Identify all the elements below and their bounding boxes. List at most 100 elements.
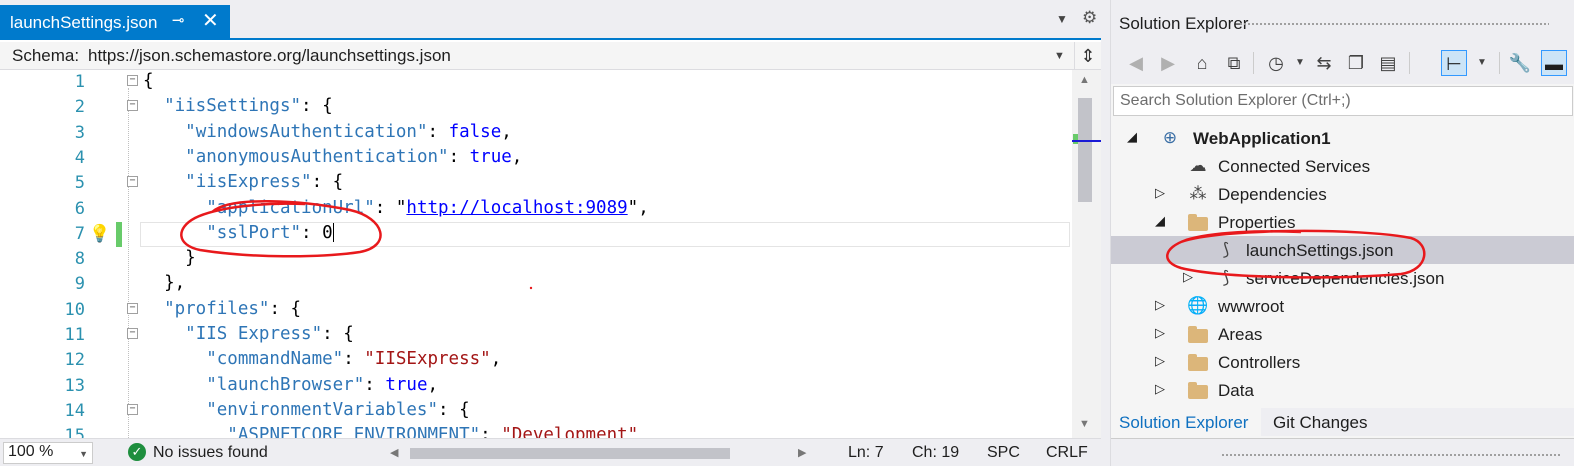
search-input[interactable]	[1120, 90, 1560, 112]
code-line: 12 "commandName": "IISExpress",	[0, 348, 1072, 374]
scroll-left-icon[interactable]: ◀	[390, 446, 398, 459]
tree-node-project[interactable]: ◢ ⊕ WebApplication1	[1111, 124, 1574, 152]
vertical-scrollbar[interactable]: ▲ ▼	[1072, 70, 1101, 438]
tree-node-dependencies[interactable]: ▷ ⁂ Dependencies	[1111, 180, 1574, 208]
expanded-arrow-icon[interactable]: ◢	[1127, 129, 1137, 145]
home-icon[interactable]: ⌂	[1189, 50, 1215, 76]
chevron-down-icon[interactable]: ▼	[1287, 50, 1313, 76]
code-line: 14 − "environmentVariables": {	[0, 399, 1072, 425]
chevron-down-icon[interactable]: ▼	[1469, 50, 1495, 76]
fold-toggle-icon[interactable]: −	[127, 302, 138, 314]
collapsed-arrow-icon[interactable]: ▷	[1155, 325, 1165, 341]
document-tab[interactable]: launchSettings.json ⊸ ✕	[0, 5, 230, 40]
show-all-files-icon[interactable]: ▤	[1375, 50, 1401, 76]
issues-status[interactable]: No issues found	[153, 444, 268, 462]
whitespace-indicator[interactable]: SPC	[987, 444, 1020, 462]
tree-node-service-dependencies[interactable]: ▷ ⟆ serviceDependencies.json	[1111, 264, 1574, 292]
tree-node-data[interactable]: ▷ Data	[1111, 376, 1574, 404]
collapsed-arrow-icon[interactable]: ▷	[1155, 297, 1165, 313]
collapse-all-icon[interactable]: ❐	[1343, 50, 1369, 76]
solution-tree: ◢ ⊕ WebApplication1 ☁ Connected Services…	[1111, 120, 1574, 408]
forward-icon[interactable]: ▶	[1155, 50, 1181, 76]
tree-node-properties[interactable]: ◢ Properties	[1111, 208, 1574, 236]
check-circle-icon: ✓	[128, 443, 146, 461]
tree-node-areas[interactable]: ▷ Areas	[1111, 320, 1574, 348]
tree-node-controllers[interactable]: ▷ Controllers	[1111, 348, 1574, 376]
drag-grip[interactable]	[1221, 453, 1561, 458]
code-line: 13 "launchBrowser": true,	[0, 374, 1072, 400]
connected-services-icon: ☁	[1189, 156, 1207, 175]
tree-node-label: wwwroot	[1218, 297, 1285, 316]
panel-splitter[interactable]	[1101, 0, 1110, 466]
split-window-icon[interactable]: ⇕	[1074, 42, 1101, 70]
json-file-icon: ⟆	[1222, 240, 1230, 259]
pending-changes-filter-icon[interactable]: ◷	[1263, 50, 1289, 76]
wrench-icon[interactable]: 🔧	[1507, 50, 1533, 76]
globe-icon: 🌐	[1187, 296, 1209, 315]
code-text: "IIS Express": {	[185, 324, 354, 344]
url-link[interactable]: http://localhost:9089	[406, 198, 627, 218]
line-ending-indicator[interactable]: CRLF	[1046, 444, 1088, 462]
fold-toggle-icon[interactable]: −	[127, 75, 138, 86]
line-number: 14	[64, 400, 85, 421]
code-line: 9 },	[0, 272, 1072, 298]
scrollbar-thumb[interactable]	[410, 448, 730, 459]
code-text: "ASPNETCORE_ENVIRONMENT": "Development"	[227, 425, 639, 438]
tab-solution-explorer[interactable]: Solution Explorer	[1111, 408, 1261, 436]
collapsed-arrow-icon[interactable]: ▷	[1155, 353, 1165, 369]
schema-label: Schema:	[12, 46, 80, 65]
line-indicator[interactable]: Ln: 7	[848, 444, 884, 462]
tab-overflow-dropdown-icon[interactable]: ▼	[1056, 12, 1068, 26]
zoom-select[interactable]: 100 % ▼	[3, 442, 93, 464]
tree-node-label: Properties	[1218, 213, 1296, 232]
drag-grip[interactable]	[1239, 22, 1549, 27]
change-map-marker	[1073, 134, 1078, 144]
folder-icon	[1187, 211, 1209, 233]
line-number: 9	[74, 274, 85, 295]
toolbar-separator	[1409, 52, 1410, 74]
code-text: }	[185, 248, 196, 269]
properties-panel-header	[1111, 438, 1574, 466]
gear-icon[interactable]: ⚙	[1082, 8, 1097, 28]
horizontal-scrollbar[interactable]: ◀ ▶	[390, 443, 810, 463]
solution-explorer-toolbar: ◀ ▶ ⌂ ⧉ ◷ ▼ ⇆ ❐ ▤ ⊢ ▼ 🔧 ▬	[1111, 40, 1574, 84]
code-area[interactable]: 💡 1 − { 2 − "iisSettings": { 3 "windowsA…	[0, 70, 1101, 438]
toolbar-separator	[1253, 52, 1254, 74]
pin-icon[interactable]: ⊸	[172, 11, 185, 29]
panel-title-bar: Solution Explorer	[1111, 0, 1574, 40]
solution-explorer-panel: Solution Explorer ◀ ▶ ⌂ ⧉ ◷ ▼ ⇆ ❐ ▤ ⊢ ▼ …	[1110, 0, 1574, 466]
scroll-down-icon[interactable]: ▼	[1079, 418, 1090, 430]
tree-node-wwwroot[interactable]: ▷ 🌐 wwwroot	[1111, 292, 1574, 320]
tree-node-connected-services[interactable]: ☁ Connected Services	[1111, 152, 1574, 180]
collapsed-arrow-icon[interactable]: ▷	[1155, 185, 1165, 201]
tab-git-changes[interactable]: Git Changes	[1267, 408, 1387, 436]
code-editor[interactable]: launchSettings.json ⊸ ✕ ▼ ⚙ Schema: http…	[0, 0, 1101, 466]
fold-toggle-icon[interactable]: −	[127, 100, 138, 112]
code-line: 10 − "profiles": {	[0, 298, 1072, 324]
back-icon[interactable]: ◀	[1123, 50, 1149, 76]
code-line: 6 "applicationUrl": "http://localhost:90…	[0, 197, 1072, 223]
folder-icon	[1187, 323, 1209, 345]
tree-node-launchsettings[interactable]: ⟆ launchSettings.json	[1111, 236, 1574, 264]
code-text: "windowsAuthentication": false,	[185, 121, 512, 142]
chevron-down-icon[interactable]: ▼	[1054, 50, 1065, 62]
expanded-arrow-icon[interactable]: ◢	[1155, 213, 1165, 229]
collapsed-arrow-icon[interactable]: ▷	[1183, 269, 1193, 285]
fold-toggle-icon[interactable]: −	[127, 328, 138, 339]
scrollbar-thumb[interactable]	[1078, 98, 1092, 202]
scroll-right-icon[interactable]: ▶	[798, 446, 806, 459]
track-active-item-icon[interactable]: ⊢	[1441, 50, 1467, 76]
sync-icon[interactable]: ⇆	[1311, 50, 1337, 76]
fold-toggle-icon[interactable]: −	[127, 176, 138, 188]
fold-toggle-icon[interactable]: −	[127, 403, 138, 415]
search-box[interactable]	[1113, 86, 1573, 116]
collapsed-arrow-icon[interactable]: ▷	[1155, 381, 1165, 397]
schema-select[interactable]: https://json.schemastore.org/launchsetti…	[88, 46, 451, 66]
tree-node-label: launchSettings.json	[1246, 241, 1394, 260]
scroll-up-icon[interactable]: ▲	[1079, 74, 1090, 86]
code-text: "environmentVariables": {	[206, 399, 470, 420]
close-icon[interactable]: ✕	[202, 8, 219, 33]
column-indicator[interactable]: Ch: 19	[912, 444, 959, 462]
preview-selected-items-icon[interactable]: ▬	[1541, 50, 1567, 76]
switch-views-icon[interactable]: ⧉	[1221, 50, 1247, 76]
